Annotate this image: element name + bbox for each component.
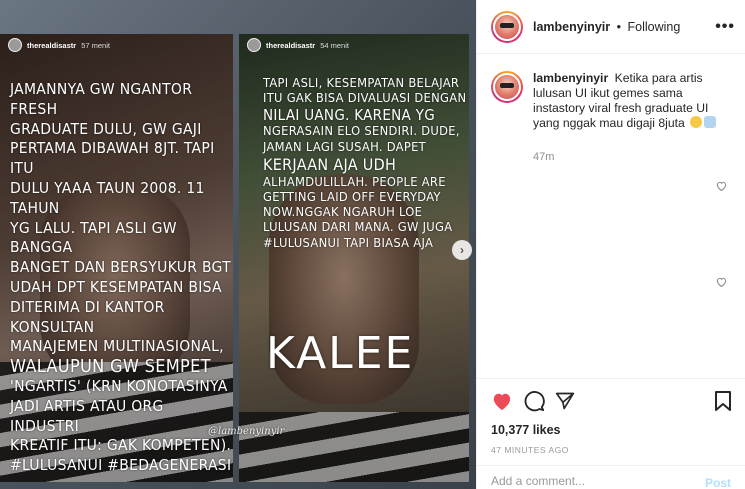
comment-like-icon[interactable] [716,181,727,194]
story-time: 57 menit [81,40,110,50]
add-comment-bar: Post [477,465,745,489]
more-options-icon[interactable]: ••• [715,18,735,36]
story-avatar [8,38,22,52]
post-comment-button[interactable]: Post [705,476,731,489]
story-line: 'NGARTIS' (KRN KONOTASINYA [10,376,228,395]
next-slide-button[interactable]: › [452,240,472,260]
story-line: LULUSAN DARI MANA. GW JUGA [263,220,453,236]
story-line: KERJAAN AJA UDH [263,154,397,174]
like-heart-icon[interactable] [491,391,513,411]
post-timestamp: 47 MINUTES AGO [491,445,569,455]
story-line: JAMAN LAGI SUSAH. DAPET [263,139,427,155]
comment-like-icon[interactable] [716,277,727,290]
story-text-left: JAMANNYA GW NGANTOR FRESH GRADUATE DULU,… [10,80,232,476]
post-sidebar: lambenyinyir • Following ••• lambenyinyi… [476,0,745,489]
story-line: NOW.NGGAK NGARUH LOE [263,205,423,221]
story-line: DULU YAAA TAUN 2008. 11 TAHUN [10,178,205,217]
post-actions: 10,377 likes 47 MINUTES AGO [477,378,745,463]
story-line: UDAH DPT KESEMPATAN BISA [10,277,222,296]
story-screenshot-left: therealdisastr 57 menit JAMANNYA GW NGAN… [0,34,233,482]
caption: lambenyinyir Ketika para artis lulusan U… [491,71,731,131]
story-line: NILAI UANG. KARENA YG [263,106,435,125]
caption-text-block: lambenyinyir Ketika para artis lulusan U… [533,71,731,131]
story-line: #LULUSANUI TAPI BIASA AJA [263,235,434,251]
story-line: BANGET DAN BERSYUKUR BGT [10,258,231,277]
chevron-right-icon: › [460,243,464,257]
story-line: PERTAMA DIBAWAH 8JT. TAPI ITU [10,139,215,178]
story-line: JAMANNYA GW NGANTOR FRESH [10,80,193,118]
header-username[interactable]: lambenyinyir [533,20,610,34]
story-line: YG LALU. TAPI ASLI GW BANGGA [10,218,177,257]
story-username: therealdisastr [27,40,77,50]
caption-avatar[interactable] [491,71,523,103]
story-line: NGERASAIN ELO SENDIRI. DUDE, [263,124,460,140]
story-line: GRADUATE DULU, GW GAJI [10,119,202,138]
comment-icon[interactable] [523,390,545,412]
avatar[interactable] [491,10,523,43]
story-line: JADI ARTIS ATAU ORG INDUSTRI [10,396,164,435]
story-screenshot-right: therealdisastr 54 menit TAPI ASLI, KESEM… [239,34,469,482]
laughing-emoji-icon [690,116,703,128]
story-header-right: therealdisastr 54 menit [247,38,349,52]
separator-dot: • [616,19,621,34]
post-header: lambenyinyir • Following ••• [477,0,745,54]
story-line: GETTING LAID OFF EVERYDAY [263,190,441,206]
story-line: MANAJEMEN MULTINASIONAL, [10,337,224,356]
story-line: ALHAMDULILLAH. PEOPLE ARE [263,174,446,190]
comments-section: lambenyinyir Ketika para artis lulusan U… [477,55,745,377]
story-text-right: TAPI ASLI, KESEMPATAN BELAJAR ITU GAK BI… [263,76,469,251]
story-line: #LULUSANUI #BEDAGENERASI [10,456,232,475]
story-header-left: therealdisastr 57 menit [8,38,110,52]
story-line: TAPI ASLI, KESEMPATAN BELAJAR [263,76,460,91]
share-icon[interactable] [555,391,575,411]
story-line: KREATIF ITU: GAK KOMPETEN). [10,436,232,455]
watermark: @lambenyinyir [208,426,285,437]
story-line: ITU GAK BISA DIVALUASI DENGAN [263,91,467,107]
bookmark-icon[interactable] [715,391,731,411]
likes-count[interactable]: 10,377 likes [491,423,731,437]
story-avatar [247,38,261,52]
follow-status-button[interactable]: Following [627,20,680,34]
money-emoji-icon [704,116,717,128]
post-media[interactable]: therealdisastr 57 menit JAMANNYA GW NGAN… [0,0,476,489]
caption-username[interactable]: lambenyinyir [533,71,608,85]
story-big-word: KALEE [266,328,415,379]
story-line: WALAUPUN GW SEMPET [10,356,211,378]
caption-time: 47m [533,151,555,163]
story-username: therealdisastr [266,40,316,50]
story-time: 54 menit [320,40,349,50]
comment-input[interactable] [491,476,705,485]
story-line: DITERIMA DI KANTOR KONSULTAN [10,297,165,336]
